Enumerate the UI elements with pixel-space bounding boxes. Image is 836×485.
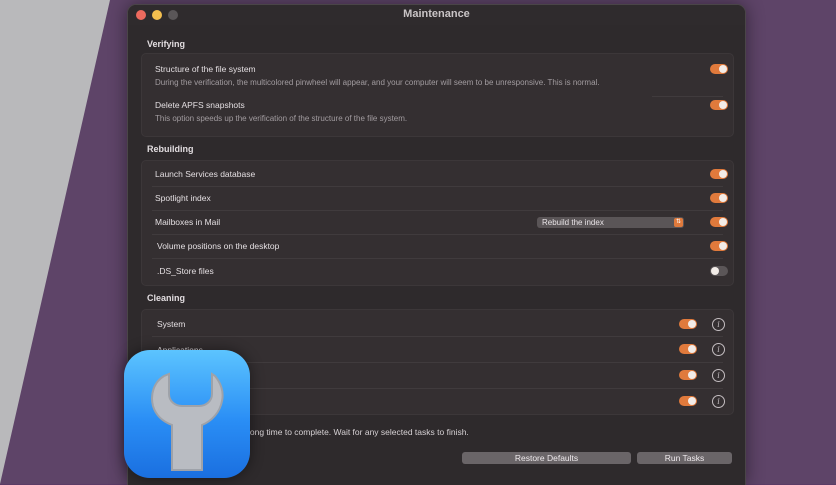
title-bar[interactable]: Maintenance — [128, 5, 745, 25]
section-title-verifying: Verifying — [147, 39, 186, 49]
toggle-switch-file-system[interactable] — [710, 64, 728, 74]
toggle-switch-ds-store[interactable] — [710, 266, 728, 276]
option-label: Spotlight index — [155, 193, 211, 203]
option-label: .DS_Store files — [157, 266, 214, 276]
option-label: Launch Services database — [155, 169, 256, 179]
toggle-switch-mailboxes[interactable] — [710, 217, 728, 227]
option-row-ds-store: .DS_Store files — [142, 258, 733, 285]
option-row-mailboxes: Mailboxes in Mail Rebuild the index ⇅ — [142, 210, 733, 234]
option-row-apfs-snapshots: Delete APFS snapshots This option speeds… — [142, 96, 733, 136]
select-value: Rebuild the index — [542, 218, 604, 227]
option-row-file-system: Structure of the file system During the … — [142, 54, 733, 95]
info-icon[interactable]: i — [712, 343, 725, 356]
option-row-launch-services: Launch Services database — [142, 161, 733, 185]
footer-notice: long time to complete. Wait for any sele… — [248, 427, 469, 437]
section-title-cleaning: Cleaning — [147, 293, 186, 303]
option-description: This option speeds up the verification o… — [155, 114, 408, 123]
option-label: System — [157, 319, 186, 329]
rebuild-mode-select[interactable]: Rebuild the index ⇅ — [537, 217, 684, 228]
toggle-switch-spotlight[interactable] — [710, 193, 728, 203]
verifying-group: Structure of the file system During the … — [141, 53, 734, 137]
app-icon — [124, 350, 250, 478]
chevron-updown-icon: ⇅ — [674, 218, 683, 227]
option-description: During the verification, the multicolore… — [155, 78, 600, 87]
toggle-switch-cleaning-4[interactable] — [679, 396, 697, 406]
option-label: Delete APFS snapshots — [155, 100, 245, 110]
info-icon[interactable]: i — [712, 395, 725, 408]
option-label: Mailboxes in Mail — [155, 217, 221, 227]
window-title: Maintenance — [403, 8, 470, 20]
option-row-volume-positions: Volume positions on the desktop — [142, 234, 733, 258]
toggle-switch-applications[interactable] — [679, 344, 697, 354]
toggle-switch-volume-positions[interactable] — [710, 241, 728, 251]
toggle-switch-launch-services[interactable] — [710, 169, 728, 179]
option-row-spotlight: Spotlight index — [142, 186, 733, 210]
info-icon[interactable]: i — [712, 318, 725, 331]
toggle-switch-apfs-snapshots[interactable] — [710, 100, 728, 110]
option-label: Structure of the file system — [155, 64, 256, 74]
rebuilding-group: Launch Services database Spotlight index… — [141, 160, 734, 286]
restore-defaults-button[interactable]: Restore Defaults — [462, 452, 631, 464]
run-tasks-button[interactable]: Run Tasks — [637, 452, 732, 464]
toggle-switch-cleaning-3[interactable] — [679, 370, 697, 380]
toggle-switch-system[interactable] — [679, 319, 697, 329]
option-row-system: System i — [142, 310, 733, 336]
option-label: Volume positions on the desktop — [157, 241, 280, 251]
info-icon[interactable]: i — [712, 369, 725, 382]
section-title-rebuilding: Rebuilding — [147, 144, 194, 154]
wrench-icon — [151, 372, 224, 471]
